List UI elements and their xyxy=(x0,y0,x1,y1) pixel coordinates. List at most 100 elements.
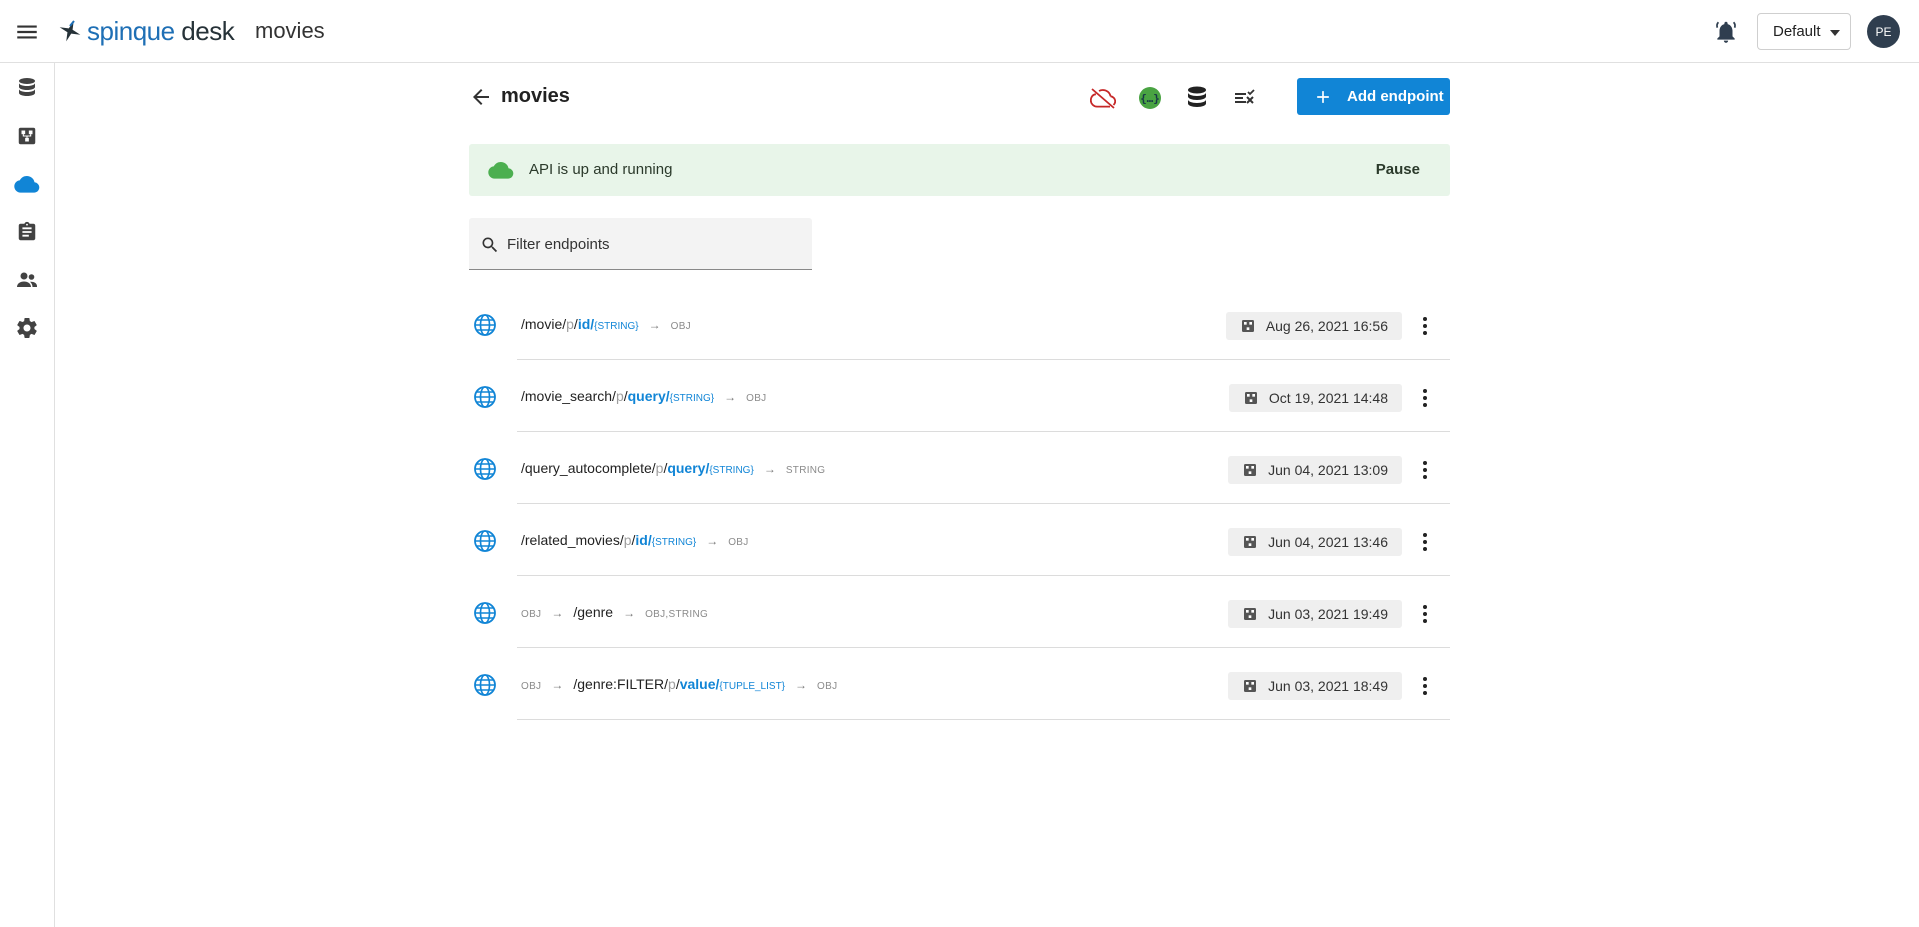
arrow-right-icon: → xyxy=(706,534,719,548)
page-header: movies {…} Add endpoint xyxy=(469,77,1450,117)
spinque-logo[interactable]: spinque desk xyxy=(57,14,235,48)
strategy-icon xyxy=(1244,608,1257,620)
endpoint-path-segment: p xyxy=(668,676,676,692)
app-title: movies xyxy=(255,18,325,43)
endpoint-path[interactable]: /related_movies/p / id/{STRING} → OBJ xyxy=(521,532,749,548)
chevron-down-icon xyxy=(1830,30,1840,36)
endpoint-path-segment: id/ xyxy=(635,532,652,548)
notifications-bell-icon[interactable] xyxy=(1713,19,1739,45)
arrow-right-icon: → xyxy=(623,606,636,620)
user-avatar[interactable]: PE xyxy=(1867,15,1900,48)
endpoint-path-segment: OBJ xyxy=(521,609,542,620)
endpoint-path-segment: p xyxy=(623,532,632,548)
swagger-docs-icon[interactable]: {…} xyxy=(1136,84,1164,112)
more-vert-icon[interactable] xyxy=(1413,602,1437,626)
workspace-select[interactable]: Default xyxy=(1757,13,1851,50)
endpoint-date: Aug 26, 2021 16:56 xyxy=(1265,318,1388,334)
endpoint-path-segment: /genre xyxy=(573,604,614,620)
endpoint-path-segment: p xyxy=(655,460,664,476)
spinque-star-icon xyxy=(59,20,81,42)
endpoint-path-segment: id/ xyxy=(577,316,595,332)
arrow-right-icon: → xyxy=(648,318,661,332)
endpoint-updated-chip: Jun 03, 2021 18:49 xyxy=(1228,672,1402,700)
strategy-icon[interactable] xyxy=(13,122,41,150)
add-endpoint-label: Add endpoint xyxy=(1347,88,1444,105)
endpoint-date: Jun 03, 2021 19:49 xyxy=(1268,606,1388,622)
arrow-right-icon: → xyxy=(795,678,808,692)
endpoint-path-segment: /movie_search/ xyxy=(521,388,616,404)
endpoint-row[interactable]: /movie/p / id/{STRING} → OBJ Aug 26, 2021 16:… xyxy=(469,288,1450,360)
endpoint-path-segment: OBJ xyxy=(746,393,767,404)
endpoint-path-segment: {STRING} xyxy=(669,393,715,404)
logo-text: spinque desk xyxy=(87,15,235,46)
globe-icon xyxy=(474,314,496,336)
svg-text:{…}: {…} xyxy=(1140,92,1160,105)
globe-icon xyxy=(474,458,496,480)
endpoint-path[interactable]: /movie/p / id/{STRING} → OBJ xyxy=(521,316,691,332)
menu-icon[interactable] xyxy=(14,19,40,45)
more-vert-icon[interactable] xyxy=(1413,458,1437,482)
team-icon[interactable] xyxy=(13,266,41,294)
endpoint-path-segment: query/ xyxy=(667,460,710,476)
row-divider xyxy=(517,719,1450,720)
endpoint-row[interactable]: OBJ → /genre → OBJ,STRING Jun 03, 2021 19:49 xyxy=(469,576,1450,648)
top-app-bar: spinque desk movies Default PE xyxy=(0,0,1919,63)
endpoint-path-segment: {STRING} xyxy=(709,465,754,476)
arrow-right-icon: → xyxy=(724,390,737,404)
endpoint-path-segment: query/ xyxy=(627,388,670,404)
arrow-right-icon: → xyxy=(551,606,564,620)
endpoint-path-segment: {STRING} xyxy=(594,321,639,332)
globe-icon xyxy=(474,530,496,552)
back-arrow-icon[interactable] xyxy=(469,85,493,109)
arrow-right-icon: → xyxy=(551,678,564,692)
search-icon xyxy=(482,237,498,253)
endpoint-row[interactable]: /movie_search/p / query/{STRING} → OBJ Oct 19… xyxy=(469,360,1450,432)
endpoint-path-segment: OBJ xyxy=(817,681,838,692)
api-cloud-icon[interactable] xyxy=(13,170,41,198)
globe-icon xyxy=(474,386,496,408)
settings-icon[interactable] xyxy=(13,314,41,342)
cloud-off-icon[interactable] xyxy=(1089,84,1117,112)
page-title: movies xyxy=(501,85,570,107)
more-vert-icon[interactable] xyxy=(1413,530,1437,554)
plus-icon xyxy=(1317,90,1329,103)
strategy-icon xyxy=(1244,536,1257,548)
strategy-icon xyxy=(1244,464,1257,476)
endpoint-updated-chip: Jun 04, 2021 13:09 xyxy=(1228,456,1402,484)
endpoint-path-segment: /query_autocomplete/ xyxy=(521,460,656,476)
endpoint-path-segment: /movie/ xyxy=(521,316,567,332)
endpoint-row[interactable]: OBJ →/genre:FILTER/p / value/{TUPLE_LIST} → O… xyxy=(469,648,1450,720)
endpoint-path-segment: OBJ xyxy=(728,537,749,548)
clipboard-icon[interactable] xyxy=(13,218,41,246)
database-icon[interactable] xyxy=(1183,84,1211,112)
endpoint-row[interactable]: /related_movies/p / id/{STRING} → OBJ Jun 04,… xyxy=(469,504,1450,576)
add-endpoint-button[interactable]: Add endpoint xyxy=(1297,78,1450,115)
workspace-select-value: Default xyxy=(1773,23,1821,40)
pause-button[interactable]: Pause xyxy=(1376,161,1420,178)
endpoint-path[interactable]: /query_autocomplete/p / query/{STRING} → STR… xyxy=(521,460,825,476)
side-navigation-rail xyxy=(0,63,55,927)
endpoint-date: Jun 04, 2021 13:09 xyxy=(1268,462,1388,478)
endpoint-path-segment: OBJ xyxy=(670,321,691,332)
endpoint-updated-chip: Aug 26, 2021 16:56 xyxy=(1225,312,1402,340)
more-vert-icon[interactable] xyxy=(1413,674,1437,698)
strategy-icon xyxy=(1241,320,1254,332)
endpoint-row[interactable]: /query_autocomplete/p / query/{STRING} → STR… xyxy=(469,432,1450,504)
endpoint-path-segment: /related_movies/ xyxy=(521,532,624,548)
more-vert-icon[interactable] xyxy=(1413,386,1437,410)
database-icon[interactable] xyxy=(13,74,41,102)
endpoint-path-segment: STRING xyxy=(785,465,826,476)
endpoint-path[interactable]: OBJ → /genre → OBJ,STRING xyxy=(521,604,708,620)
endpoint-path-segment: p xyxy=(566,316,574,332)
endpoint-path[interactable]: /movie_search/p / query/{STRING} → OBJ xyxy=(521,388,766,404)
endpoint-path-segment: p xyxy=(615,388,624,404)
strategy-icon xyxy=(1244,392,1257,404)
strategy-icon xyxy=(1244,680,1257,692)
api-status-banner: API is up and running Pause xyxy=(469,144,1450,196)
filter-endpoints-input[interactable] xyxy=(507,232,797,256)
clear-all-icon[interactable] xyxy=(1230,84,1258,112)
endpoint-date: Oct 19, 2021 14:48 xyxy=(1268,390,1388,406)
more-vert-icon[interactable] xyxy=(1413,314,1437,338)
endpoint-path[interactable]: OBJ →/genre:FILTER/p / value/{TUPLE_LIST} → O… xyxy=(521,676,837,692)
endpoint-path-segment: /genre:FILTER/ xyxy=(573,676,669,692)
